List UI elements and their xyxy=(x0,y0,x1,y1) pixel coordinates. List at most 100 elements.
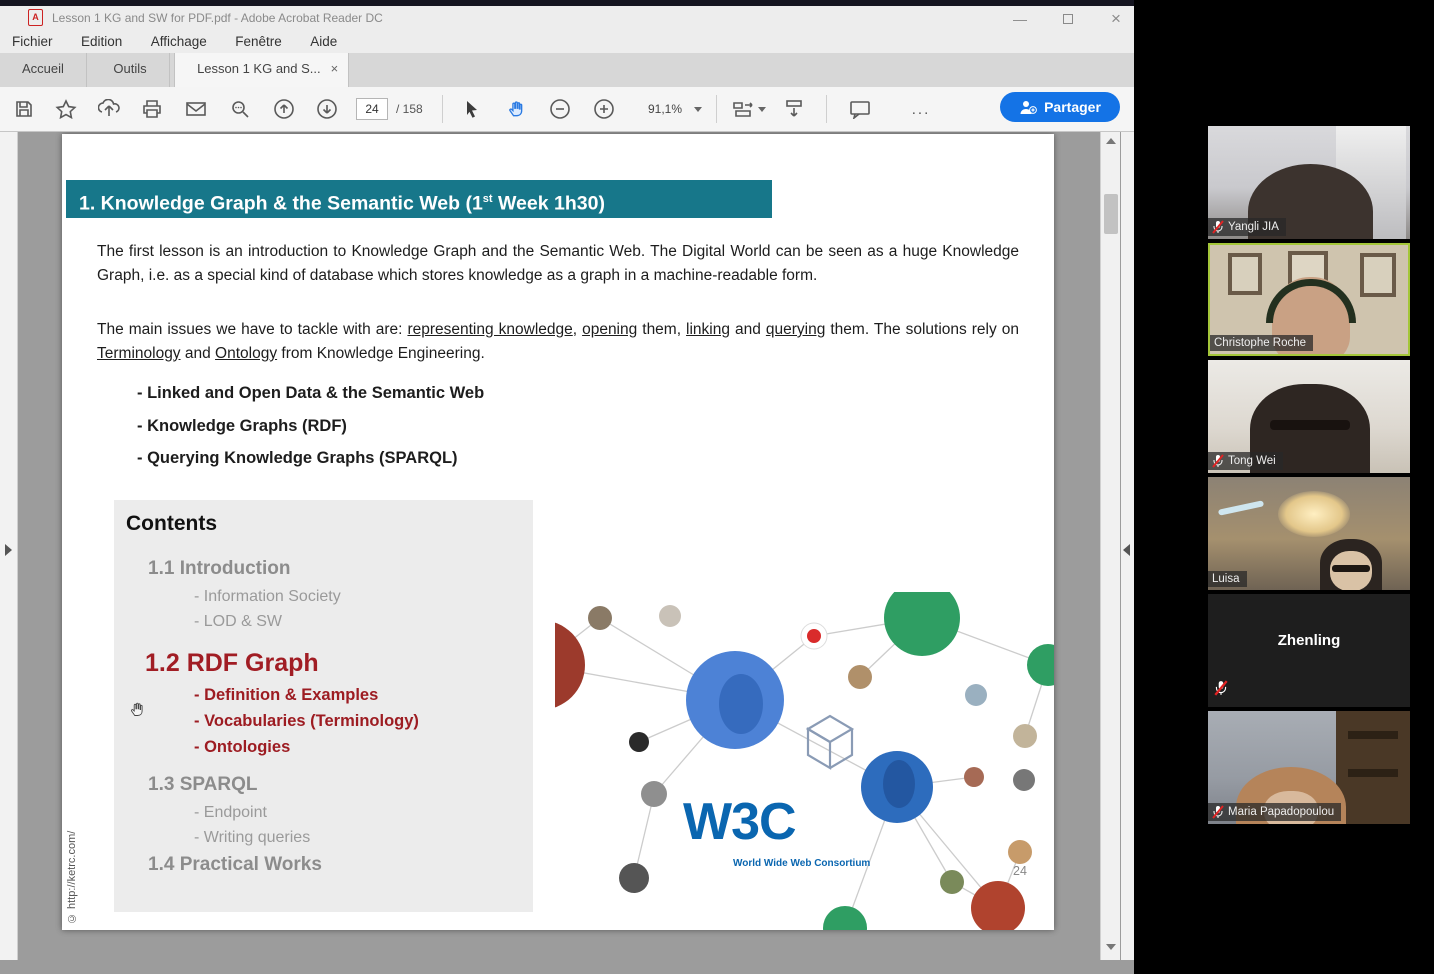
acrobat-window: A Lesson 1 KG and SW for PDF.pdf - Adobe… xyxy=(0,0,1134,974)
fit-width-icon[interactable] xyxy=(726,94,770,124)
w3c-logo-text: W3C xyxy=(683,792,796,852)
participant-name-label: Yangli JIA xyxy=(1208,218,1286,236)
menu-fichier[interactable]: Fichier xyxy=(0,32,65,51)
toolbar: / 158 91,1% ... Partager xyxy=(0,87,1134,132)
slide-paragraph-1: The first lesson is an introduction to K… xyxy=(97,240,1019,287)
participant-name: Yangli JIA xyxy=(1228,221,1279,233)
hand-tool-icon[interactable] xyxy=(500,94,532,124)
participant-name-label: Luisa xyxy=(1208,571,1247,587)
zoom-out-icon[interactable] xyxy=(544,94,576,124)
zoom-in-icon[interactable] xyxy=(588,94,620,124)
print-icon[interactable] xyxy=(136,94,168,124)
network-graph-image xyxy=(555,592,1054,930)
scroll-up-icon[interactable] xyxy=(1106,138,1116,144)
share-button-label: Partager xyxy=(1044,99,1101,115)
share-button[interactable]: Partager xyxy=(1000,92,1120,122)
more-tools-icon[interactable]: ... xyxy=(905,94,937,124)
document-area: 1. Knowledge Graph & the Semantic Web (1… xyxy=(0,132,1134,960)
p2-underlined: querying xyxy=(766,321,825,338)
contents-box: Contents 1.1 Introduction - Information … xyxy=(114,500,533,912)
tab-accueil[interactable]: Accueil xyxy=(0,53,87,87)
comment-icon[interactable] xyxy=(844,94,876,124)
tab-document-label: Lesson 1 KG and S... xyxy=(197,61,321,76)
menu-aide[interactable]: Aide xyxy=(298,32,349,51)
menu-fenetre[interactable]: Fenêtre xyxy=(223,32,294,51)
menu-edition[interactable]: Edition xyxy=(69,32,134,51)
toc-section-4: 1.4 Practical Works xyxy=(148,854,533,876)
title-bar[interactable]: A Lesson 1 KG and SW for PDF.pdf - Adobe… xyxy=(0,6,1134,32)
participant-name: Luisa xyxy=(1212,573,1240,585)
toc-section-2: 1.2 RDF Graph xyxy=(145,649,533,678)
tab-document[interactable]: Lesson 1 KG and S... × xyxy=(174,53,349,87)
w3c-tagline: World Wide Web Consortium xyxy=(733,858,870,869)
search-icon[interactable] xyxy=(224,94,256,124)
tab-bar: Accueil Outils Lesson 1 KG and S...× ? xyxy=(0,53,1134,87)
ellipsis-icon: ... xyxy=(912,101,931,118)
scroll-mode-icon[interactable] xyxy=(778,94,810,124)
participant-name: Zhenling xyxy=(1208,632,1410,649)
page-down-icon[interactable] xyxy=(311,94,343,124)
vertical-scrollbar-thumb[interactable] xyxy=(1104,194,1118,234)
maximize-button[interactable] xyxy=(1048,8,1088,30)
mic-muted-icon xyxy=(1214,680,1228,701)
participant-tile[interactable]: Yangli JIA xyxy=(1208,126,1410,239)
right-panel-toggle-icon[interactable] xyxy=(1123,544,1130,556)
participant-name: Maria Papadopoulou xyxy=(1228,806,1334,818)
toc-section-3: 1.3 SPARQL xyxy=(148,774,533,796)
toc-sub-item: - LOD & SW xyxy=(194,613,533,631)
picture-frame xyxy=(1360,253,1396,297)
page-up-icon[interactable] xyxy=(268,94,300,124)
ceiling-light xyxy=(1278,491,1350,537)
zoom-level-select[interactable]: 91,1% xyxy=(644,98,706,120)
glasses xyxy=(1332,565,1370,572)
participant-name-label: Christophe Roche xyxy=(1210,335,1313,351)
participant-tile[interactable]: Tong Wei xyxy=(1208,360,1410,473)
slide-bullet-list: - Linked and Open Data & the Semantic We… xyxy=(137,384,484,482)
slide-title: 1. Knowledge Graph & the Semantic Web (1… xyxy=(66,180,772,218)
left-panel-toggle-icon[interactable] xyxy=(5,544,12,556)
toc-sub-item: - Writing queries xyxy=(194,829,533,847)
toc-section-1: 1.1 Introduction xyxy=(148,558,533,580)
p2-text: and xyxy=(730,321,766,338)
participant-name: Christophe Roche xyxy=(1214,337,1306,349)
p2-text: them. The solutions rely on xyxy=(825,321,1019,338)
menu-affichage[interactable]: Affichage xyxy=(139,32,219,51)
participant-tile[interactable]: Maria Papadopoulou xyxy=(1208,711,1410,824)
save-icon[interactable] xyxy=(8,94,40,124)
participant-tile-active[interactable]: Christophe Roche xyxy=(1208,243,1410,356)
bookshelf xyxy=(1336,711,1410,824)
left-panel-strip xyxy=(0,132,18,960)
participant-name-label: Tong Wei xyxy=(1208,452,1283,470)
right-panel-strip xyxy=(1121,132,1134,960)
menu-bar: Fichier Edition Affichage Fenêtre Aide xyxy=(0,32,1134,53)
pdf-page: 1. Knowledge Graph & the Semantic Web (1… xyxy=(62,134,1054,930)
p2-underlined: Ontology xyxy=(215,345,277,362)
close-button[interactable]: × xyxy=(1096,8,1136,30)
p2-text: and xyxy=(181,345,215,362)
minimize-button[interactable]: — xyxy=(1000,8,1040,30)
bullet-item: - Linked and Open Data & the Semantic We… xyxy=(137,384,484,403)
slide-title-sup: st xyxy=(483,193,493,205)
p2-underlined: opening xyxy=(582,321,637,338)
light-tube xyxy=(1218,500,1264,515)
vertical-scrollbar[interactable] xyxy=(1100,132,1120,960)
w3c-network-graphic: W3C World Wide Web Consortium 24 xyxy=(555,592,1054,930)
tab-close-icon[interactable]: × xyxy=(331,61,339,76)
page-number-input[interactable] xyxy=(356,98,388,120)
toc-sub-item: - Definition & Examples xyxy=(194,686,533,705)
participant-tile[interactable]: Luisa xyxy=(1208,477,1410,590)
bullet-item: - Knowledge Graphs (RDF) xyxy=(137,417,484,436)
page-total-label: / 158 xyxy=(396,102,423,116)
mic-muted-icon xyxy=(1212,220,1224,234)
scroll-down-icon[interactable] xyxy=(1106,944,1116,950)
p2-text: , xyxy=(573,321,582,338)
toc-sub-item: - Information Society xyxy=(194,588,533,606)
star-icon[interactable] xyxy=(50,94,82,124)
select-tool-icon[interactable] xyxy=(456,94,488,124)
upload-cloud-icon[interactable] xyxy=(93,94,125,124)
mic-muted-icon xyxy=(1212,805,1224,819)
mail-icon[interactable] xyxy=(180,94,212,124)
bullet-item: - Querying Knowledge Graphs (SPARQL) xyxy=(137,449,484,468)
tab-outils[interactable]: Outils xyxy=(91,53,169,87)
participant-tile-camera-off[interactable]: Zhenling xyxy=(1208,594,1410,707)
